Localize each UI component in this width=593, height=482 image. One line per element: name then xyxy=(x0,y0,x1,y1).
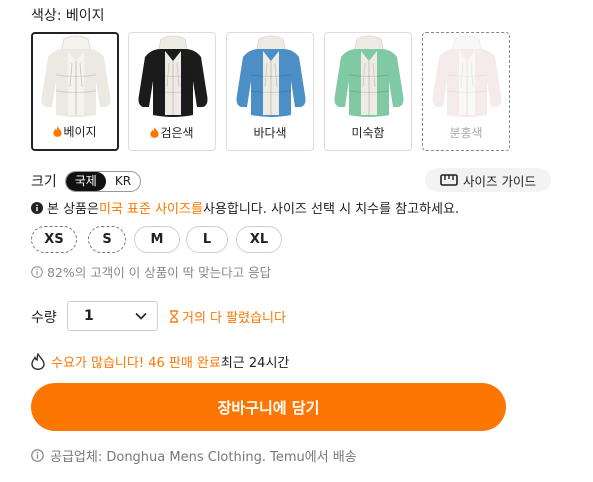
size-region-toggle[interactable]: 국제 KR xyxy=(64,170,142,192)
size-option-l[interactable]: L xyxy=(186,226,228,253)
fit-note-text: 82%의 고객이 이 상품이 딱 맞는다고 응답 xyxy=(47,265,272,280)
color-swatch[interactable]: 미숙함 xyxy=(324,32,412,151)
region-option-kr[interactable]: KR xyxy=(106,172,140,191)
fit-note: 82%의 고객이 이 상품이 딱 맞는다고 응답 xyxy=(31,262,271,281)
color-name: 베이지 xyxy=(33,123,117,140)
color-name: 분홍색 xyxy=(449,126,483,140)
supplier-info: 공급업체: Donghua Mens Clothing. Temu에서 배송 xyxy=(31,446,357,465)
size-option-xl[interactable]: XL xyxy=(236,226,282,253)
jacket-thumbnail xyxy=(41,35,111,117)
size-guide-label: 사이즈 가이드 xyxy=(463,173,536,189)
hourglass-icon xyxy=(170,310,178,323)
quantity-label: 수량 xyxy=(31,310,57,326)
color-name: 바다색 xyxy=(253,126,287,140)
demand-notice: 수요가 많습니다! 46 판매 완료 최근 24시간 xyxy=(31,352,289,371)
size-notice-pre: 본 상품은 xyxy=(47,202,99,217)
info-filled-icon xyxy=(31,201,43,214)
color-swatch[interactable]: 검은색 xyxy=(128,32,216,151)
demand-period-text: 최근 24시간 xyxy=(220,356,290,371)
flame-icon xyxy=(150,127,160,138)
region-option-international[interactable]: 국제 xyxy=(65,171,106,191)
ruler-icon xyxy=(440,174,458,186)
quantity-value: 1 xyxy=(84,308,94,324)
jacket-thumbnail xyxy=(138,35,208,117)
size-row: 크기 국제 KR xyxy=(31,170,142,192)
quantity-select[interactable]: 1 xyxy=(67,301,158,331)
jacket-thumbnail xyxy=(334,35,404,117)
color-swatch[interactable]: 바다색 xyxy=(226,32,314,151)
info-outline-icon xyxy=(31,449,44,462)
size-option-m[interactable]: M xyxy=(134,226,180,253)
size-notice: 본 상품은 미국 표준 사이즈를 사용합니다. 사이즈 선택 시 치수를 참고하… xyxy=(31,198,459,217)
size-notice-highlight: 미국 표준 사이즈를 xyxy=(98,202,203,217)
jacket-thumbnail xyxy=(432,35,502,117)
size-notice-post: 사용합니다. 사이즈 선택 시 치수를 참고하세요. xyxy=(202,202,460,217)
selling-fast-text: 거의 다 팔렸습니다 xyxy=(182,311,286,326)
color-name: 미숙함 xyxy=(351,126,385,140)
size-label: 크기 xyxy=(31,174,57,190)
flame-icon xyxy=(53,126,63,137)
add-to-cart-button[interactable]: 장바구니에 담기 xyxy=(31,383,506,431)
supplier-text: 공급업체: Donghua Mens Clothing. Temu에서 배송 xyxy=(50,450,357,465)
flame-outline-icon xyxy=(31,353,45,370)
size-option-s[interactable]: S xyxy=(88,226,126,253)
jacket-thumbnail xyxy=(236,35,306,117)
color-label: 색상: 베이지 xyxy=(31,8,105,24)
color-swatch[interactable]: 베이지 xyxy=(31,32,119,151)
color-swatch[interactable]: 분홍색 xyxy=(422,32,510,151)
info-outline-icon xyxy=(31,265,43,278)
color-name: 검은색 xyxy=(129,124,215,141)
demand-sold-text: 수요가 많습니다! 46 판매 완료 xyxy=(51,356,221,371)
size-option-xs[interactable]: XS xyxy=(31,226,77,253)
size-guide-button[interactable]: 사이즈 가이드 xyxy=(425,168,551,192)
chevron-down-icon xyxy=(135,312,147,320)
selling-fast-notice: 거의 다 팔렸습니다 xyxy=(169,307,286,326)
